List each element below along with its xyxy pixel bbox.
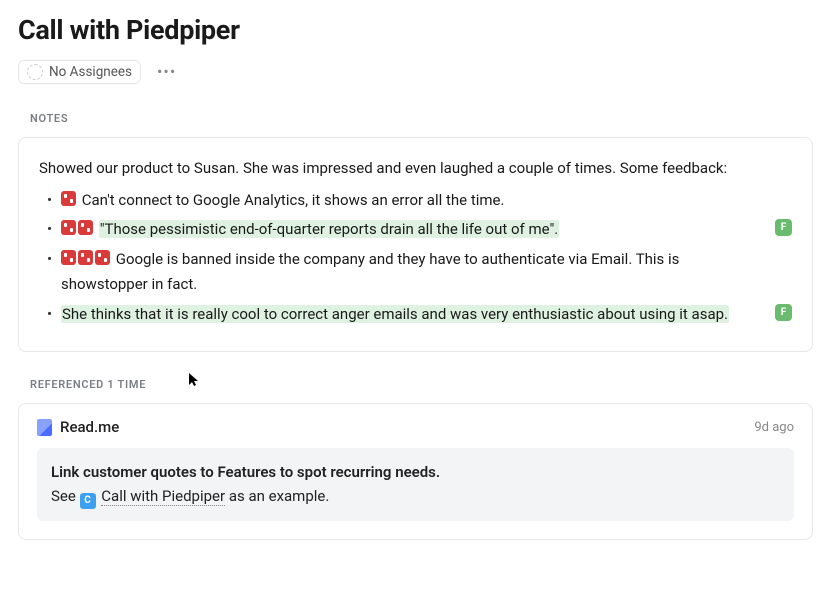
bullet-icon: • [47,188,52,214]
document-icon [37,419,52,436]
siren-icon [61,191,76,206]
reference-timestamp: 9d ago [754,420,794,435]
notes-section-label: NOTES [30,112,813,125]
siren-icon [61,220,76,235]
bullet-icon: • [47,217,52,243]
notes-intro: Showed our product to Susan. She was imp… [39,156,792,182]
reference-doc-title[interactable]: Read.me [60,418,746,436]
reference-lead: Link customer quotes to Features to spot… [51,463,440,481]
note-text: Google is banned inside the company and … [61,250,679,294]
page-title: Call with Piedpiper [18,14,813,46]
list-item[interactable]: • "Those pessimistic end-of-quarter repo… [61,217,792,243]
bullet-icon: • [47,302,52,328]
siren-icon [78,250,93,265]
reference-card[interactable]: Read.me 9d ago Link customer quotes to F… [18,403,813,540]
notes-list: • Can't connect to Google Analytics, it … [39,188,792,328]
feature-tag[interactable]: F [775,304,792,321]
bullet-icon: • [47,247,52,273]
reference-quote: Link customer quotes to Features to spot… [37,448,794,521]
note-text: "Those pessimistic end-of-quarter report… [99,220,559,238]
reference-link[interactable]: Call with Piedpiper [101,487,225,506]
list-item[interactable]: •She thinks that it is really cool to co… [61,302,792,328]
reference-see-suffix: as an example. [229,487,329,505]
assignee-empty-icon [27,64,43,80]
reference-see-prefix: See [51,487,80,505]
referenced-section-label: REFERENCED 1 TIME [30,378,813,391]
note-text: She thinks that it is really cool to cor… [61,305,729,323]
more-menu-button[interactable]: ••• [153,62,180,82]
note-text: Can't connect to Google Analytics, it sh… [82,191,505,209]
siren-icon [78,220,93,235]
feature-tag[interactable]: F [775,219,792,236]
call-badge-icon: C [80,493,96,509]
assignees-chip[interactable]: No Assignees [18,60,141,84]
assignees-label: No Assignees [49,64,132,80]
siren-icon [61,250,76,265]
notes-body[interactable]: Showed our product to Susan. She was imp… [39,156,792,327]
siren-icon [95,250,110,265]
list-item[interactable]: • Google is banned inside the company an… [61,247,792,298]
list-item[interactable]: • Can't connect to Google Analytics, it … [61,188,792,214]
notes-card: Showed our product to Susan. She was imp… [18,137,813,352]
meta-row: No Assignees ••• [18,60,813,84]
reference-header: Read.me 9d ago [37,418,794,436]
